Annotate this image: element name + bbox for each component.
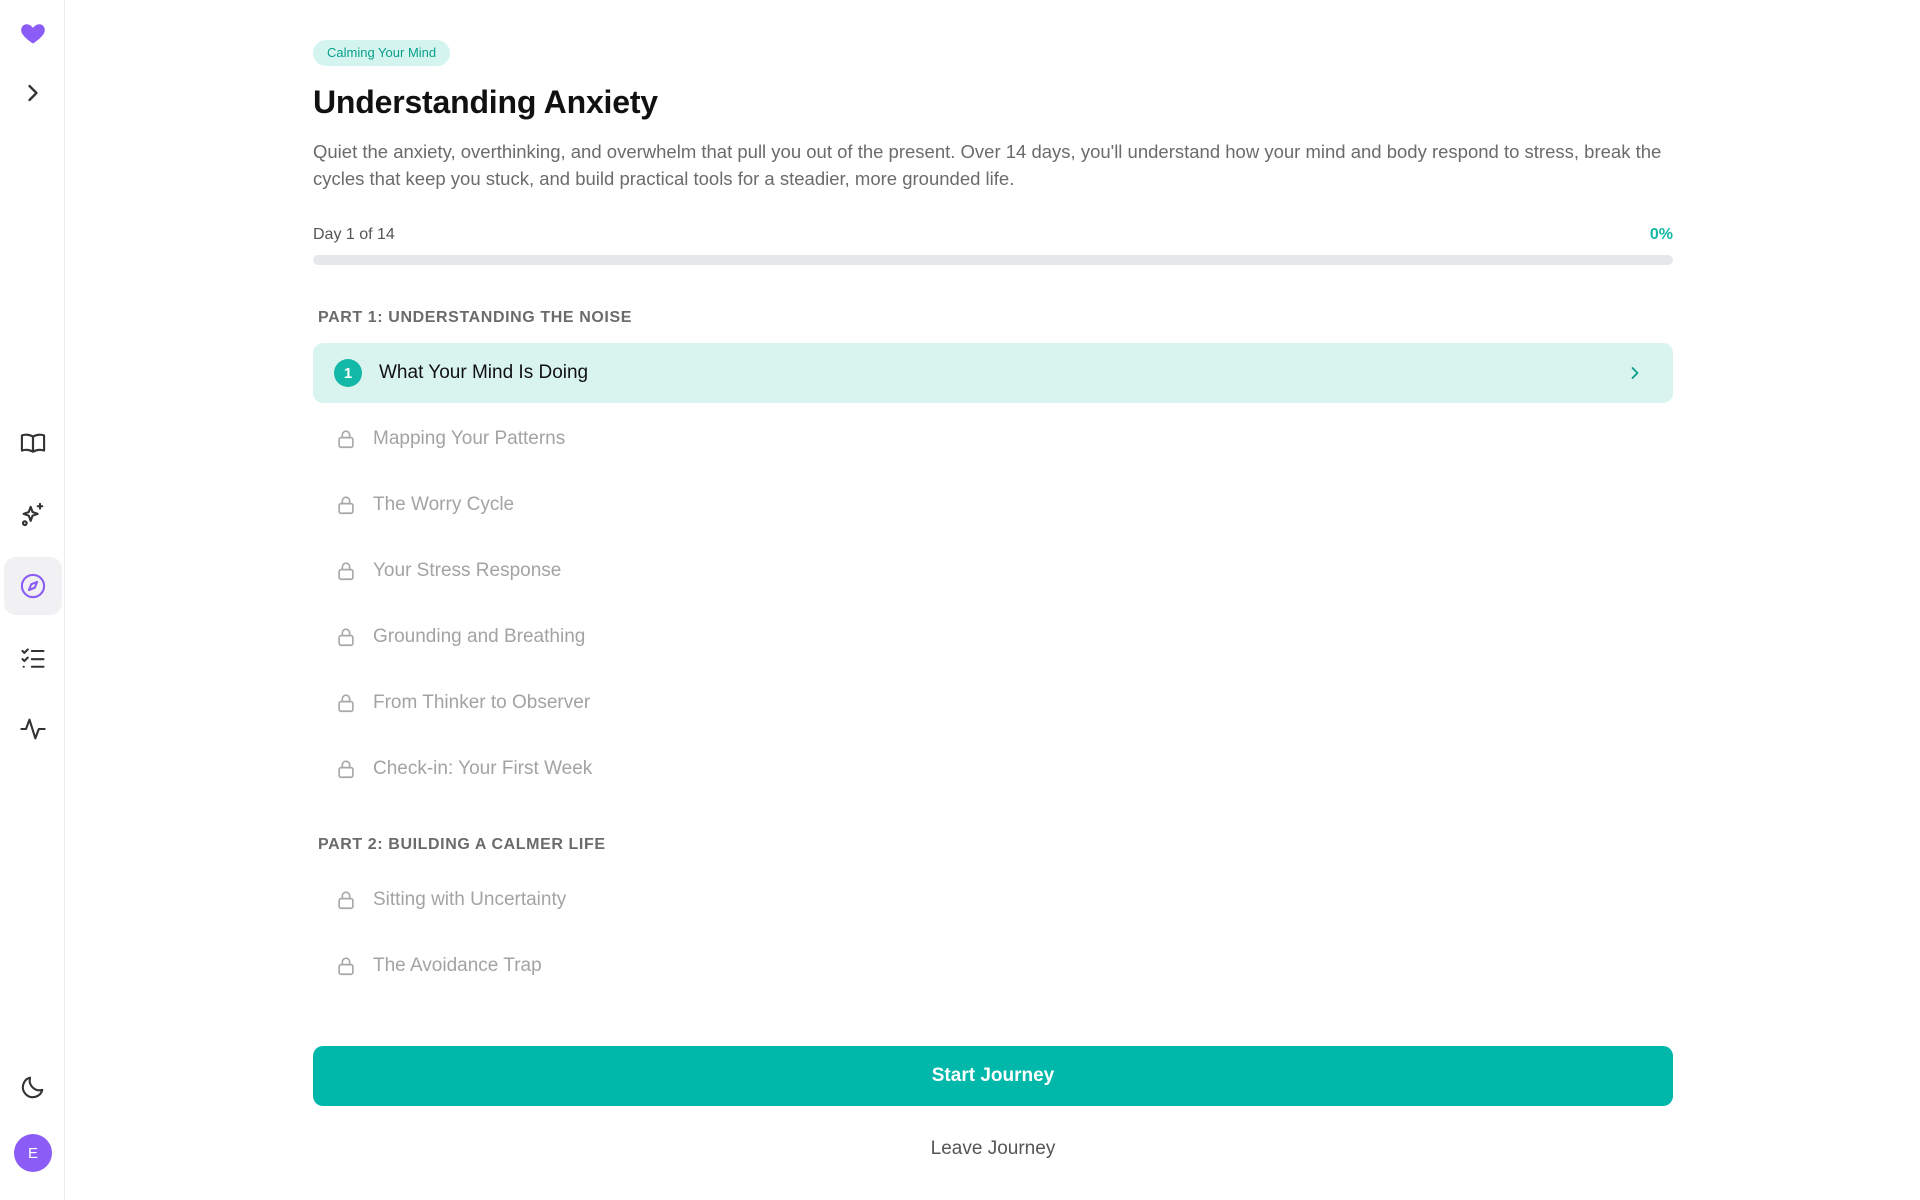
lock-icon: [338, 891, 354, 910]
lesson-label: Mapping Your Patterns: [373, 428, 566, 449]
lesson-label: Check-in: Your First Week: [373, 758, 593, 779]
start-journey-button[interactable]: Start Journey: [313, 1046, 1673, 1106]
lock-icon: [338, 628, 354, 647]
lesson-number-badge: 1: [334, 359, 362, 387]
lock-icon: [338, 496, 354, 515]
part-heading: PART 2: BUILDING A CALMER LIFE: [318, 836, 606, 853]
moon-icon: [21, 1076, 44, 1099]
lesson-list[interactable]: PART 1: UNDERSTANDING THE NOISE 1 What Y…: [313, 290, 1673, 1024]
lesson-label: The Avoidance Trap: [373, 955, 542, 976]
lesson-label: The Worry Cycle: [373, 494, 515, 515]
category-tag: Calming Your Mind: [313, 40, 451, 66]
lesson-item-locked: Check-in: Your First Week: [313, 739, 1673, 799]
lesson-item-locked: Your Stress Response: [313, 541, 1673, 601]
lock-icon: [338, 957, 354, 976]
nav-library[interactable]: [4, 414, 62, 472]
progress-percent: 0%: [1649, 226, 1673, 243]
lock-icon: [338, 562, 354, 581]
lesson-label: Sitting with Uncertainty: [373, 889, 567, 910]
lesson-label: From Thinker to Observer: [373, 692, 591, 713]
lock-icon: [338, 430, 354, 449]
expand-sidebar-button[interactable]: [4, 64, 62, 122]
avatar[interactable]: E: [14, 1134, 52, 1172]
leave-journey-button[interactable]: Leave Journey: [313, 1138, 1673, 1160]
nav-tasks[interactable]: [4, 629, 62, 687]
lesson-label: What Your Mind Is Doing: [379, 362, 589, 383]
lesson-label: Your Stress Response: [373, 560, 562, 581]
book-open-icon: [20, 433, 46, 453]
lock-icon: [338, 760, 354, 779]
activity-icon: [20, 718, 46, 740]
page-title: Understanding Anxiety: [313, 84, 658, 120]
logo[interactable]: [4, 4, 62, 62]
lesson-item-locked: The Worry Cycle: [313, 475, 1673, 535]
lesson-item-locked: Mapping Your Patterns: [313, 409, 1673, 469]
lesson-item-locked: The Avoidance Trap: [313, 936, 1673, 996]
part-heading: PART 1: UNDERSTANDING THE NOISE: [318, 309, 633, 326]
lock-icon: [338, 694, 354, 713]
sparkles-icon: [21, 502, 44, 527]
lesson-item-locked: From Thinker to Observer: [313, 673, 1673, 733]
lesson-item-locked: Sitting with Uncertainty: [313, 870, 1673, 930]
progress-label: Day 1 of 14: [313, 226, 395, 243]
theme-toggle[interactable]: [4, 1058, 62, 1116]
chevron-right-icon: [28, 84, 38, 102]
lesson-item-locked: Grounding and Breathing: [313, 607, 1673, 667]
nav-explore[interactable]: [4, 557, 62, 615]
scroll-fade: [313, 994, 1673, 1024]
checklist-icon: [21, 648, 45, 668]
journey-detail: Calming Your Mind Understanding Anxiety …: [313, 0, 1673, 1200]
lesson-label: Grounding and Breathing: [373, 626, 586, 647]
compass-icon: [20, 573, 46, 599]
journey-description: Quiet the anxiety, overthinking, and ove…: [313, 141, 1662, 189]
nav-activity[interactable]: [4, 700, 62, 758]
sidebar: E: [0, 0, 65, 1200]
lesson-item-current[interactable]: 1 What Your Mind Is Doing: [313, 343, 1673, 403]
nav-sparkles[interactable]: [4, 486, 62, 544]
progress-bar: [313, 255, 1673, 265]
chevron-right-icon: [1631, 367, 1639, 379]
heart-icon: [21, 24, 45, 44]
